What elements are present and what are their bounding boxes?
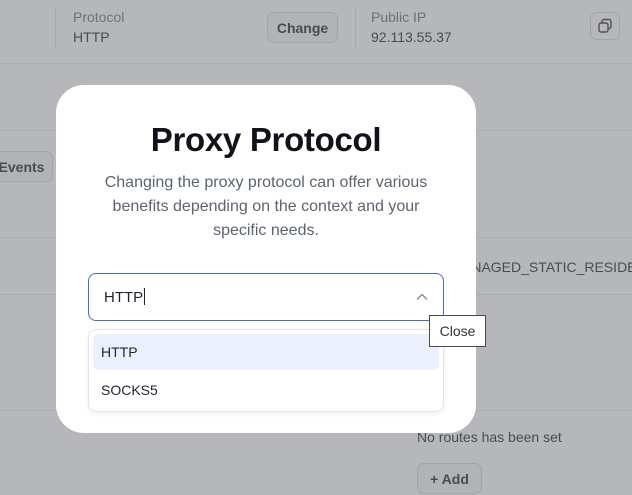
modal-description: Changing the proxy protocol can offer va… [104,174,428,239]
protocol-select[interactable]: HTTP [88,273,444,321]
modal-title: Proxy Protocol [150,121,382,158]
protocol-select-input[interactable]: HTTP [104,288,146,306]
close-tooltip: Close [429,315,486,347]
proxy-protocol-modal: Proxy Protocol Changing the proxy protoc… [56,85,476,433]
protocol-select-value: HTTP [104,289,144,306]
chevron-up-icon[interactable] [415,290,429,304]
protocol-dropdown: HTTP SOCKS5 [88,329,444,412]
text-cursor [144,288,146,305]
option-socks5[interactable]: SOCKS5 [93,372,439,408]
option-http[interactable]: HTTP [93,334,439,370]
